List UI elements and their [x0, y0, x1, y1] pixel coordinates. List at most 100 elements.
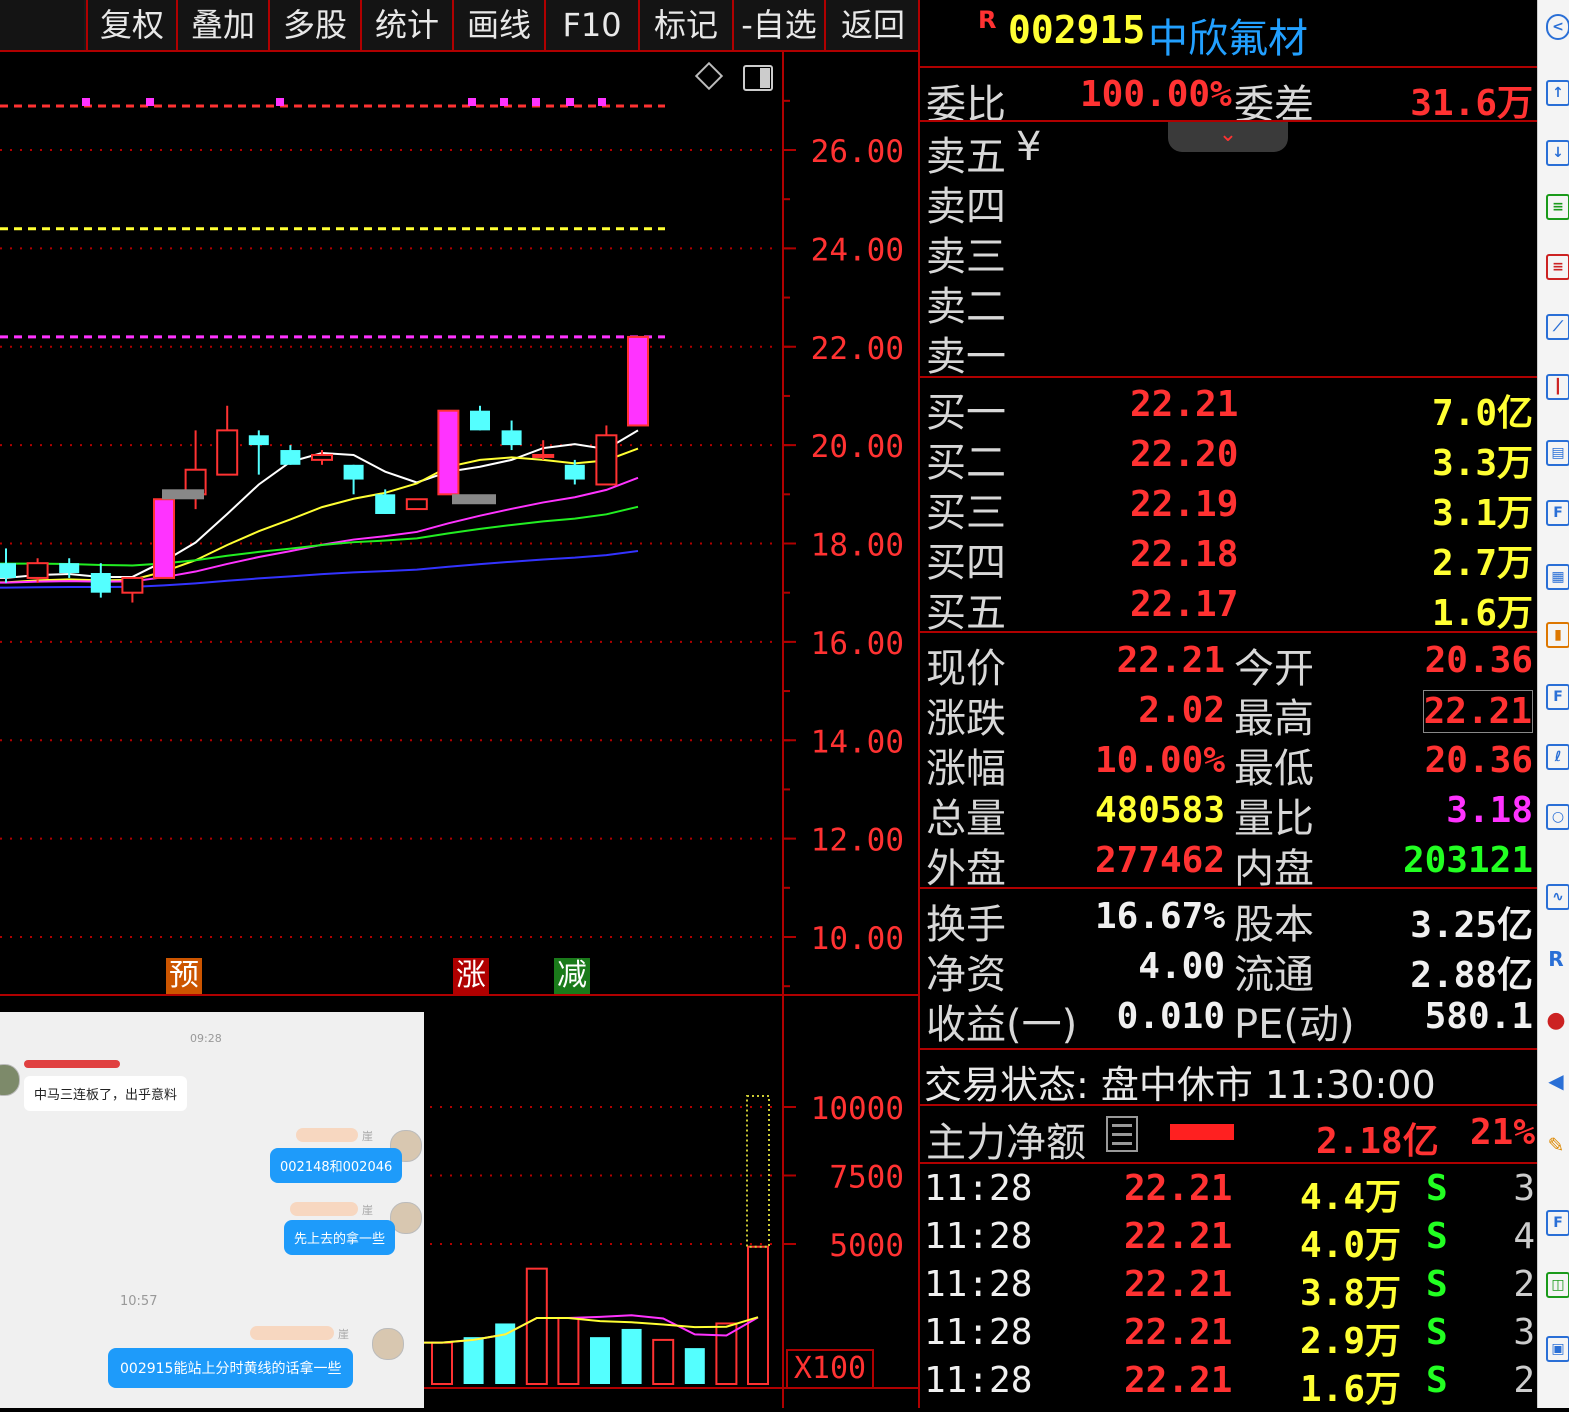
candle-body-down — [90, 573, 111, 593]
r-icon[interactable]: R — [1546, 948, 1566, 970]
divider — [920, 1162, 1539, 1164]
main-force-pct: 21% — [1469, 1112, 1535, 1153]
candle-body-down — [248, 435, 269, 446]
search-icon[interactable]: ○ — [1546, 804, 1569, 830]
chat-message[interactable]: 002148和002046 — [270, 1148, 403, 1183]
chat-message[interactable]: 先上去的拿一些 — [284, 1220, 396, 1255]
trade-volume: 4.4万 — [1300, 1177, 1402, 1218]
candle-body-up — [26, 562, 49, 579]
candle-icon[interactable]: ┃ — [1546, 374, 1569, 400]
calendar-icon[interactable]: ▦ — [1546, 564, 1569, 590]
diamond-icon[interactable] — [694, 61, 724, 91]
candle-body-up — [311, 453, 333, 461]
stat-value: 22.21 — [1116, 640, 1225, 681]
panel-toggle-icon[interactable] — [743, 65, 773, 91]
buy-level-price: 22.20 — [1130, 434, 1239, 475]
right-toolbar: < ↑ ↓ ≡ ≡ ⟋ ┃ ▤ F ▦ ▮ F ℓ ○ ∿ R ● ◀ ✎ F … — [1537, 0, 1569, 1408]
volume-axis-label: 5000 — [829, 1228, 904, 1264]
currency-sign: ¥ — [1016, 124, 1042, 170]
back-button[interactable]: 返回 — [824, 0, 920, 50]
weibi-value: 100.00% — [1080, 74, 1232, 115]
draw-line-button[interactable]: 画线 — [452, 0, 544, 50]
candle-body-limit-up — [437, 409, 460, 496]
stat-value: 20.36 — [1424, 740, 1533, 781]
mark-button[interactable]: 标记 — [638, 0, 732, 50]
f-icon[interactable]: F — [1546, 500, 1569, 526]
bookmark-icon[interactable]: ▮ — [1546, 622, 1569, 648]
pencil-icon[interactable]: ✎ — [1546, 1134, 1566, 1156]
chat-timestamp: 10:57 — [120, 1294, 158, 1309]
multi-stock-button[interactable]: 多股 — [268, 0, 360, 50]
trade-side: S — [1426, 1168, 1448, 1209]
buy-level-label: 买五 — [926, 590, 1006, 636]
chat-message[interactable]: 002915能站上分时黄线的话拿一些 — [108, 1348, 354, 1388]
price-axis-label: 22.00 — [811, 331, 904, 367]
down-arrow-icon[interactable]: ↓ — [1546, 140, 1569, 166]
toolbar-spacer — [0, 0, 84, 50]
marker-reduce[interactable]: 减 — [554, 958, 590, 994]
buy-level-price: 22.18 — [1130, 534, 1239, 575]
buy-level-price: 22.17 — [1130, 584, 1239, 625]
volume-bar-down — [621, 1328, 642, 1384]
main-force-bar — [1170, 1124, 1234, 1140]
trade-time: 11:28 — [924, 1360, 1033, 1401]
candle-body-down — [375, 494, 396, 514]
trade-side: S — [1426, 1264, 1448, 1305]
chat-message[interactable]: 中马三连板了，出乎意料 — [24, 1076, 188, 1111]
trade-price: 22.21 — [1124, 1216, 1233, 1257]
avatar[interactable] — [0, 1064, 20, 1096]
up-arrow-icon[interactable]: ↑ — [1546, 80, 1569, 106]
table-icon[interactable]: ▤ — [1546, 440, 1569, 466]
ma20-line — [0, 476, 639, 584]
candle-body-up — [216, 429, 239, 476]
statistics-button[interactable]: 统计 — [360, 0, 452, 50]
candle-body-down — [470, 410, 490, 431]
trade-side: S — [1426, 1360, 1448, 1401]
marker-forecast[interactable]: 预 — [166, 958, 202, 994]
sender-name-suffix: 崖 — [362, 1130, 373, 1143]
trade-price: 22.21 — [1124, 1312, 1233, 1353]
candle-body-limit-up — [153, 498, 175, 579]
buy-level-volume: 3.1万 — [1431, 493, 1533, 534]
f-info-icon[interactable]: F — [1546, 684, 1569, 710]
trend-icon[interactable]: ∿ — [1546, 884, 1569, 910]
avatar[interactable] — [372, 1328, 404, 1360]
trade-status: 交易状态: 盘中休市 11:30:00 — [924, 1063, 1436, 1107]
sender-name-redacted — [290, 1202, 358, 1216]
arrow-left-icon[interactable]: ◀ — [1546, 1070, 1566, 1092]
remove-watchlist-button[interactable]: -自选 — [732, 0, 824, 50]
divider — [920, 887, 1539, 889]
volume-bar-down — [684, 1348, 705, 1384]
pen-icon[interactable]: ℓ — [1546, 744, 1569, 770]
line-chart-icon[interactable]: ⟋ — [1546, 314, 1569, 340]
price-axis-label: 18.00 — [811, 528, 904, 564]
candle-body-up — [595, 434, 618, 486]
buy-level-price: 22.21 — [1130, 384, 1239, 425]
stat-label: 外盘 — [926, 846, 1006, 892]
weibi-row: 委比 100.00% 委差 31.6万 — [920, 70, 1539, 128]
overlay-button[interactable]: 叠加 — [176, 0, 268, 50]
signal-dot — [598, 98, 606, 106]
gap-marker — [162, 489, 204, 500]
f10-button[interactable]: F10 — [544, 0, 638, 50]
f-doc-icon[interactable]: F — [1546, 1210, 1569, 1236]
sender-name-suffix: 崖 — [338, 1328, 349, 1341]
r-tag: R — [978, 6, 997, 34]
volume-unit-label: X100 — [786, 1349, 874, 1389]
list-red-icon[interactable]: ≡ — [1546, 254, 1569, 280]
candle-body-down — [501, 430, 522, 446]
marker-rise[interactable]: 涨 — [453, 958, 489, 994]
trade-volume: 2.9万 — [1300, 1321, 1402, 1362]
board-icon[interactable]: ▣ — [1546, 1336, 1569, 1362]
volume-bar-up — [525, 1267, 548, 1386]
restore-rights-button[interactable]: 复权 — [86, 0, 176, 50]
list-icon[interactable] — [1106, 1116, 1138, 1152]
coin-icon[interactable]: ● — [1546, 1010, 1566, 1032]
bag-icon[interactable]: ◫ — [1546, 1272, 1569, 1298]
list-green-icon[interactable]: ≡ — [1546, 194, 1569, 220]
back-arrow-icon[interactable]: < — [1546, 14, 1569, 40]
price-axis-label: 12.00 — [811, 823, 904, 859]
price-axis-label: 26.00 — [811, 134, 904, 170]
expand-chevron-icon[interactable]: ⌄ — [1168, 122, 1288, 152]
candle-body-down — [564, 464, 585, 480]
